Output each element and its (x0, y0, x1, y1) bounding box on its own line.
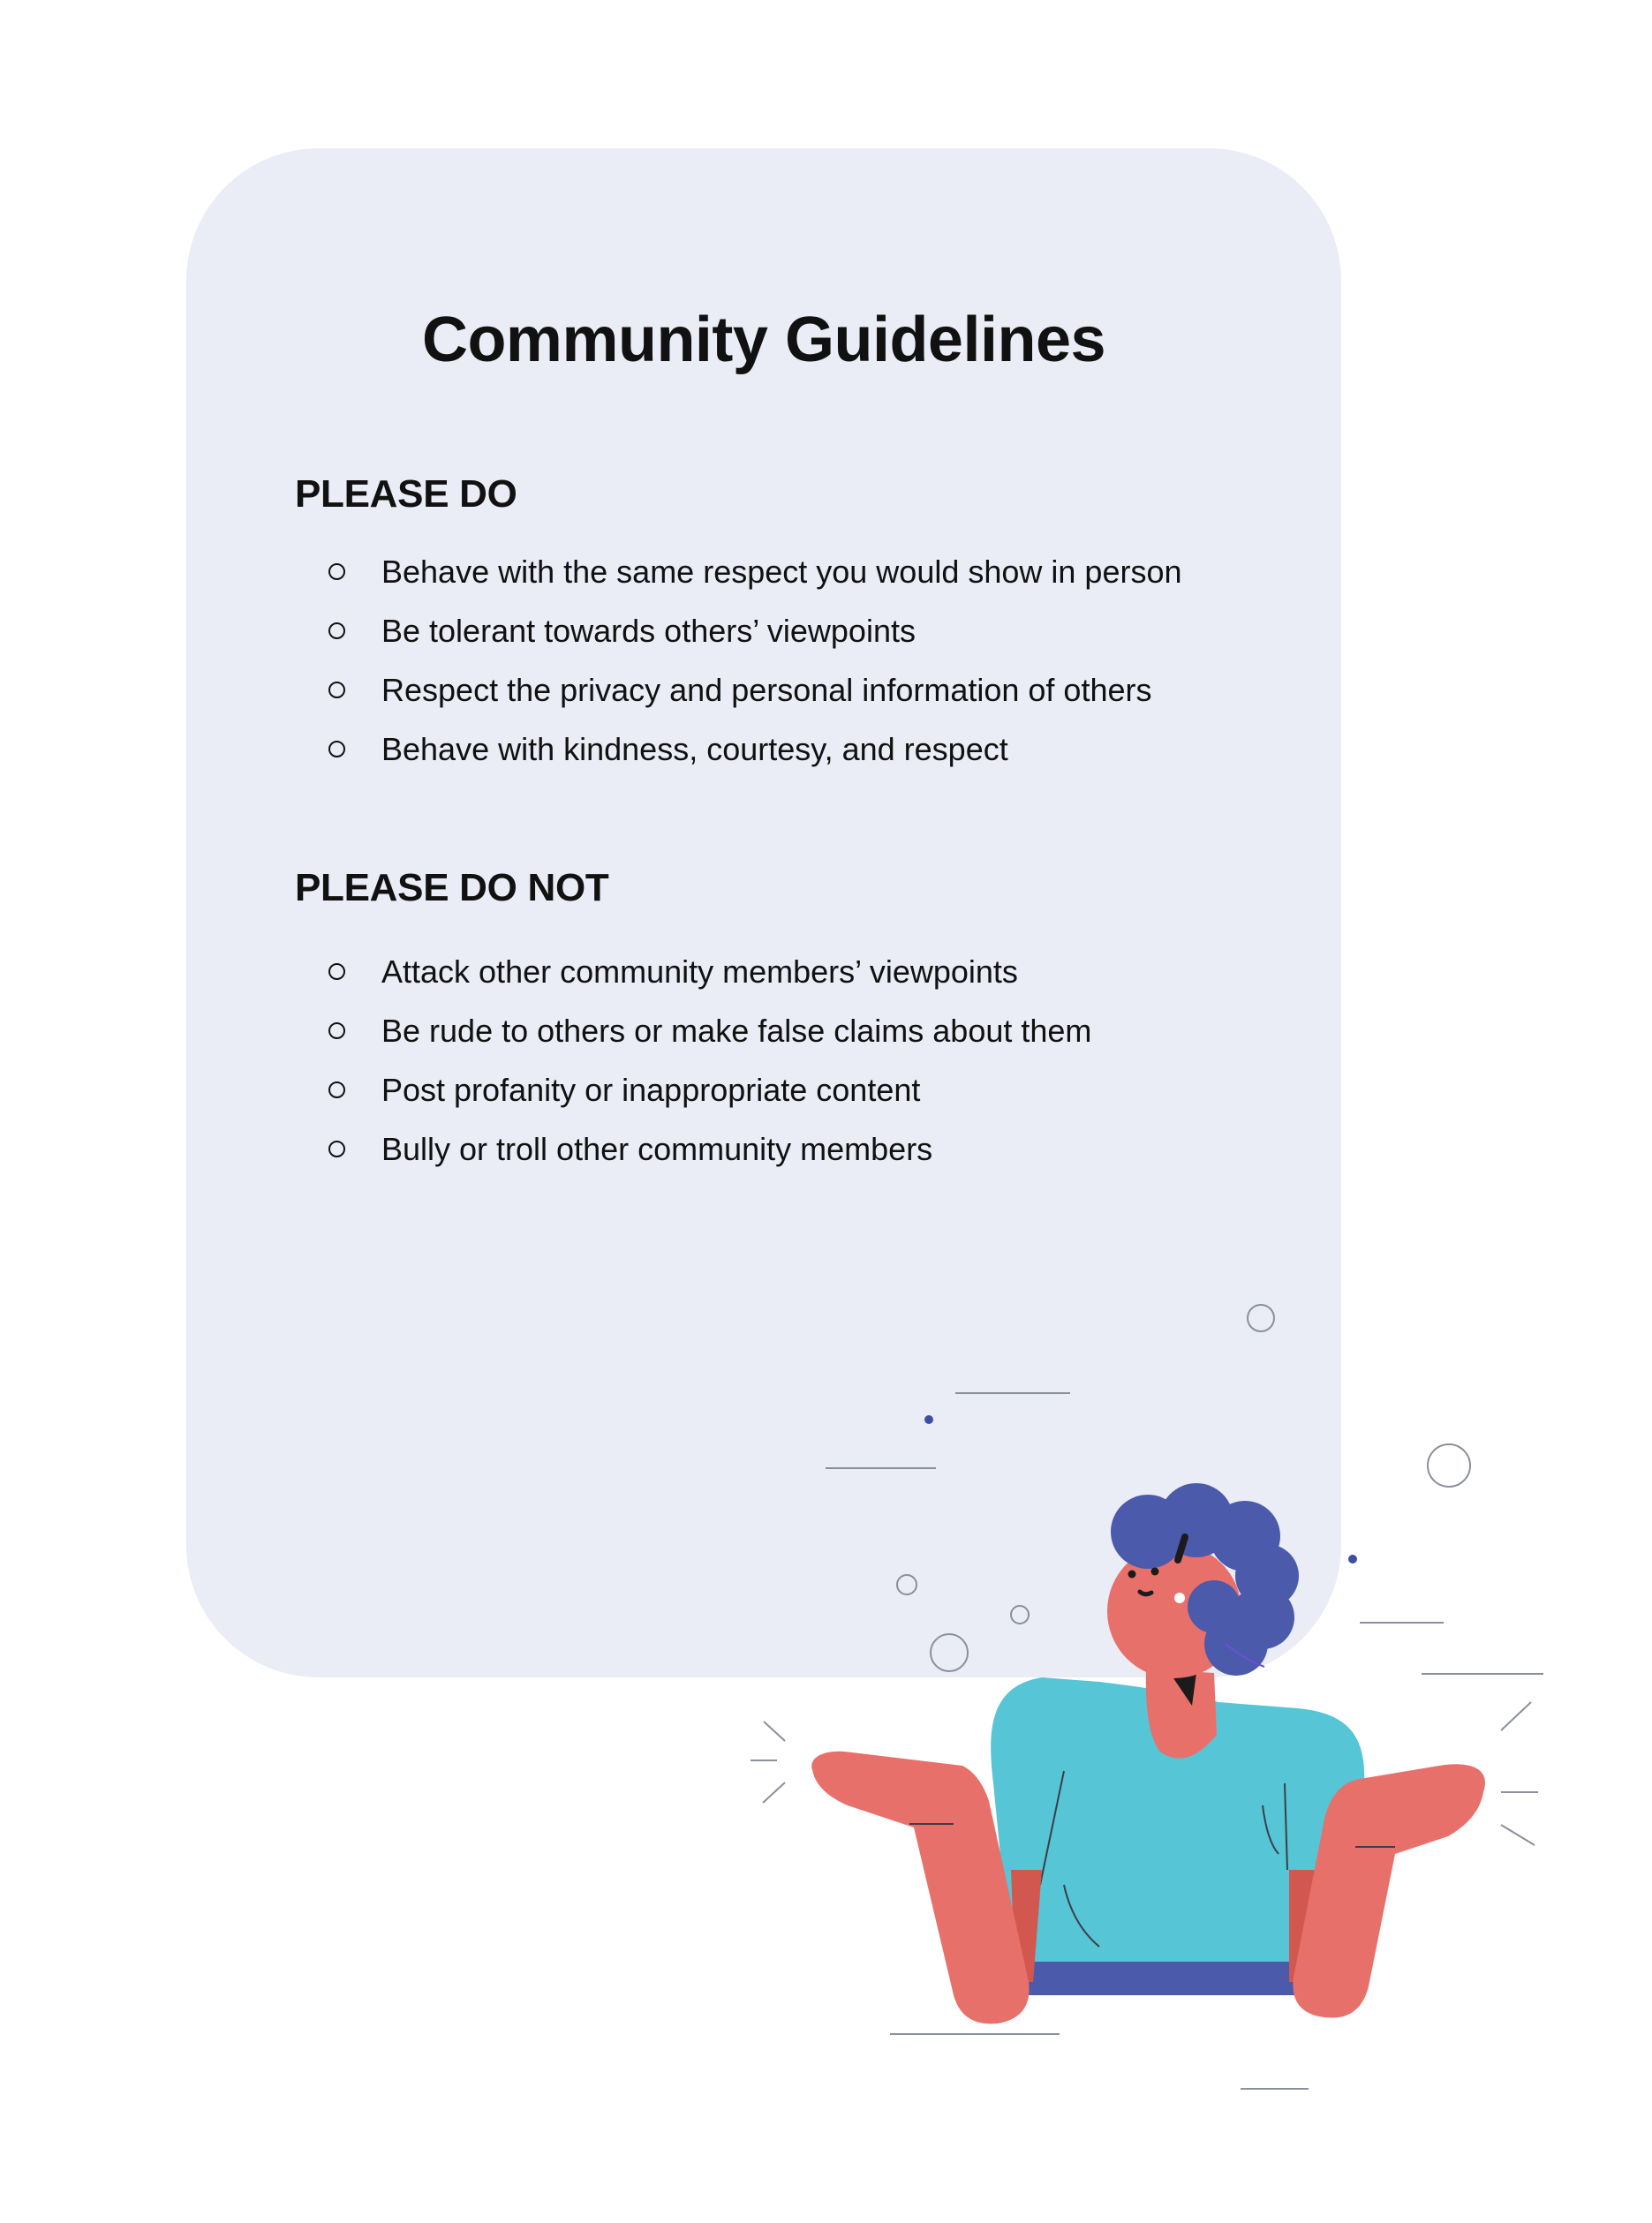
person-shrugging-illustration (751, 1304, 1543, 2090)
accent-dot (1348, 1555, 1357, 1564)
person-figure (811, 1483, 1485, 2024)
accent-dot (924, 1415, 933, 1424)
